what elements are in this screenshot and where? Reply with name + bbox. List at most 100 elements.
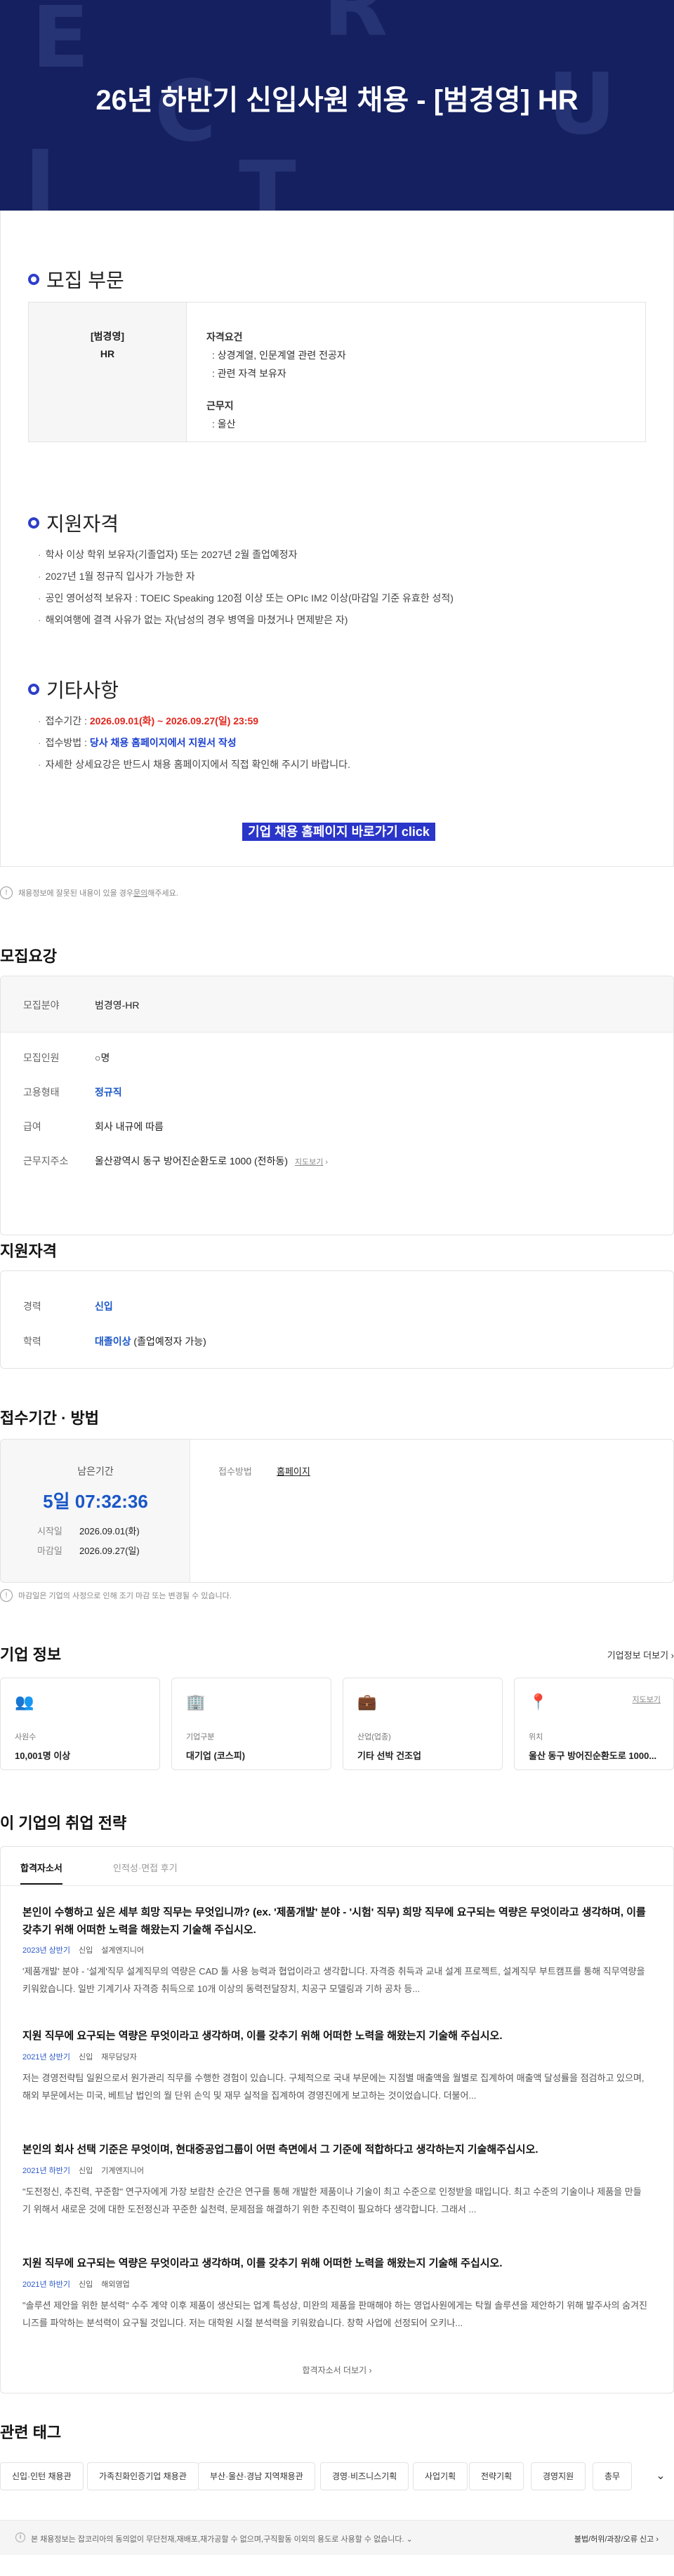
end-value: 2026.09.27(일) [79,1546,140,1556]
tag-chip[interactable]: 신입·인턴 채용관 [0,2462,84,2490]
loc-item: : 울산 [212,418,236,430]
company-title: 기업 정보 [0,1646,62,1664]
info-icon: ! [0,1589,13,1602]
recruit-part-detail: 자격요건 : 상경계열, 인문계열 관련 전공자 : 관련 자격 보유자 근무지… [206,328,346,433]
briefcase-icon: 💼 [357,1693,377,1711]
recruit-part-name: [범경영] HR [29,303,187,441]
company-more-link[interactable]: 기업정보 더보기 › [607,1648,674,1661]
question-title[interactable]: 본인이 수행하고 싶은 세부 희망 직무는 무엇입니까? (ex. '제품개발'… [22,1904,654,1939]
addr-value: 울산광역시 동구 방어진순환도로 1000 (전하동) 지도보기 › [95,1155,329,1167]
list-item: 접수방법 : 당사 채용 홈페이지에서 지원서 작성 [38,732,350,754]
tag-chip[interactable]: 경영·비즈니스기획 [320,2462,409,2490]
loc-title: 근무지 [206,400,234,411]
answer-preview: 저는 경영전략팀 일원으로서 원가관리 직무를 수행한 경험이 있습니다. 구체… [22,2073,645,2101]
deco-letter: T [239,144,296,211]
answer-preview: "도전정신, 추진력, 꾸준함" 연구자에게 가장 보람찬 순간은 연구를 통해… [22,2186,642,2215]
career-value: 신입 [95,1301,113,1312]
question-meta: 2021년 하반기 신입 기계엔지니어 [22,2167,144,2175]
hero-banner: E R C U I T 26년 하반기 신입사원 채용 - [범경영] HR [0,0,674,211]
notice-report: ! 채용정보에 잘못된 내용이 있을 경우 문의 해주세요. [0,887,178,899]
period-card: 남은기간 5일 07:32:36 시작일 2026.09.01(화) 마감일 2… [0,1439,674,1583]
etc-list: 접수기간 : 2026.09.01(화) ~ 2026.09.27(일) 23:… [38,710,350,776]
deco-letter: E [32,0,89,87]
career-label: 경력 [23,1301,41,1312]
qual-summary-title: 지원자격 [0,1242,57,1260]
field-label: 모집분야 [23,1000,60,1011]
card-label: 산업(업종) [357,1733,391,1741]
pay-label: 급여 [23,1121,41,1132]
summary-card: 모집분야 범경영-HR 모집인원 ○명 고용형태 정규직 급여 회사 내규에 따… [0,976,674,1235]
deadline-note: ! 마감일은 기업의 사정으로 인해 조기 마감 또는 변경될 수 있습니다. [0,1589,232,1602]
card-label: 사원수 [15,1733,37,1741]
card-label: 위치 [529,1733,543,1741]
section-title-etc: 기타사항 [28,675,119,703]
tag-chip[interactable]: 가족친화인증기업 채용관 [87,2462,199,2490]
bullet-circle-icon [28,517,39,529]
tab-interview-review[interactable]: 인적성·면접 후기 [113,1861,178,1874]
info-card-industry: 💼 산업(업종) 기타 선박 건조업 [343,1678,503,1770]
tag-chip[interactable]: 총무 [593,2462,633,2490]
part-division: [범경영] [91,331,124,342]
chevron-right-icon: › [323,1158,329,1167]
question-title[interactable]: 지원 직무에 요구되는 역량은 무엇이라고 생각하며, 이를 갖추기 위해 어떠… [22,2255,640,2272]
info-card-employees: 👥 사원수 10,001명 이상 [0,1678,160,1770]
req-item: : 관련 자격 보유자 [212,368,286,379]
tag-chip[interactable]: 사업기획 [413,2462,468,2490]
edu-label: 학력 [23,1336,41,1347]
section-title-qualification: 지원자격 [28,509,119,537]
section-title-recruit: 모집 부문 [28,265,124,293]
remain-timer: 5일 07:32:36 [43,1491,148,1512]
footer-copyright: 본 채용정보는 잡코리아의 동의없이 무단전재,재배포,재가공할 수 없으며,구… [31,2535,413,2544]
info-card-location: 📍 지도보기 위치 울산 동구 방어진순환도로 1000... [514,1678,674,1770]
page-title: 26년 하반기 신입사원 채용 - [범경영] HR [95,85,579,116]
addr-label: 근무지주소 [23,1155,69,1167]
location-pin-icon: 📍 [529,1693,548,1711]
card-value: 대기업 (코스피) [186,1751,246,1761]
list-item: 학사 이상 학위 보유자(기졸업자) 또는 2027년 2월 졸업예정자 [38,544,454,566]
tab-divider [1,1885,673,1886]
end-label: 마감일 [37,1546,62,1556]
list-item: 해외여행에 결격 사유가 없는 자(남성의 경우 병역을 마쳤거나 면제받은 자… [38,609,454,631]
apply-homepage-button[interactable]: 기업 채용 홈페이지 바로가기 click [242,823,435,841]
question-title[interactable]: 지원 직무에 요구되는 역량은 무엇이라고 생각하며, 이를 갖추기 위해 어떠… [22,2027,640,2045]
method-homepage-link[interactable]: 홈페이지 [277,1464,310,1478]
deco-letter: R [323,0,388,55]
tags-title: 관련 태그 [0,2424,62,2441]
part-job: HR [100,348,115,359]
chevron-down-icon[interactable]: ⌄ [647,2462,674,2490]
tab-cover-letter[interactable]: 합격자소서 [20,1861,62,1885]
section-title-text: 기타사항 [46,679,119,701]
bullet-circle-icon [28,684,39,695]
question-meta: 2021년 상반기 신입 재무담당자 [22,2053,137,2062]
report-link[interactable]: 불법/허위/과장/오류 신고 › [574,2533,659,2544]
remain-label: 남은기간 [77,1466,114,1477]
inquiry-link[interactable]: 문의 [133,887,147,898]
method-label: 접수방법 [218,1466,252,1477]
map-link[interactable]: 지도보기 [633,1694,661,1705]
qual-summary-card: 경력 신입 학력 대졸이상 (졸업예정자 가능) [0,1270,674,1369]
list-item: 접수기간 : 2026.09.01(화) ~ 2026.09.27(일) 23:… [38,710,350,732]
card-value: 울산 동구 방어진순환도로 1000... [529,1751,657,1761]
req-item: : 상경계열, 인문계열 관련 전공자 [212,350,346,361]
cover-letter-more-link[interactable]: 합격자소서 더보기 › [0,2364,674,2376]
note-text: 채용정보에 잘못된 내용이 있을 경우 [18,889,134,898]
info-card-type: 🏢 기업구분 대기업 (코스피) [171,1678,331,1770]
recruit-part-table: [범경영] HR 자격요건 : 상경계열, 인문계열 관련 전공자 : 관련 자… [28,302,646,442]
deco-letter: I [25,133,56,211]
edu-value: 대졸이상 (졸업예정자 가능) [95,1336,206,1347]
map-link[interactable]: 지도보기 [295,1158,323,1167]
answer-preview: '제품개발' 분야 - '설계'직무 설계직무의 역량은 CAD 툴 사용 능력… [22,1966,645,1994]
type-label: 고용형태 [23,1087,60,1098]
start-value: 2026.09.01(화) [79,1526,140,1536]
bullet-circle-icon [28,274,39,285]
tag-chip[interactable]: 전략기획 [469,2462,524,2490]
footer-bar: i 본 채용정보는 잡코리아의 동의없이 무단전재,재배포,재가공할 수 없으며… [0,2520,674,2555]
note-text: 마감일은 기업의 사정으로 인해 조기 마감 또는 변경될 수 있습니다. [18,1592,232,1600]
tag-chip[interactable]: 부산·울산·경남 지역채용관 [198,2462,315,2490]
tag-chip[interactable]: 경영지원 [531,2462,586,2490]
question-title[interactable]: 본인의 회사 선택 기준은 무엇이며, 현대중공업그룹이 어떤 측면에서 그 기… [22,2141,640,2158]
card-label: 기업구분 [186,1733,215,1741]
req-title: 자격요건 [206,331,243,343]
pay-value: 회사 내규에 따름 [95,1121,164,1132]
answer-preview: "솔루션 제안을 위한 분석력" 수주 계약 이후 제품이 생산되는 업계 특성… [22,2300,648,2328]
